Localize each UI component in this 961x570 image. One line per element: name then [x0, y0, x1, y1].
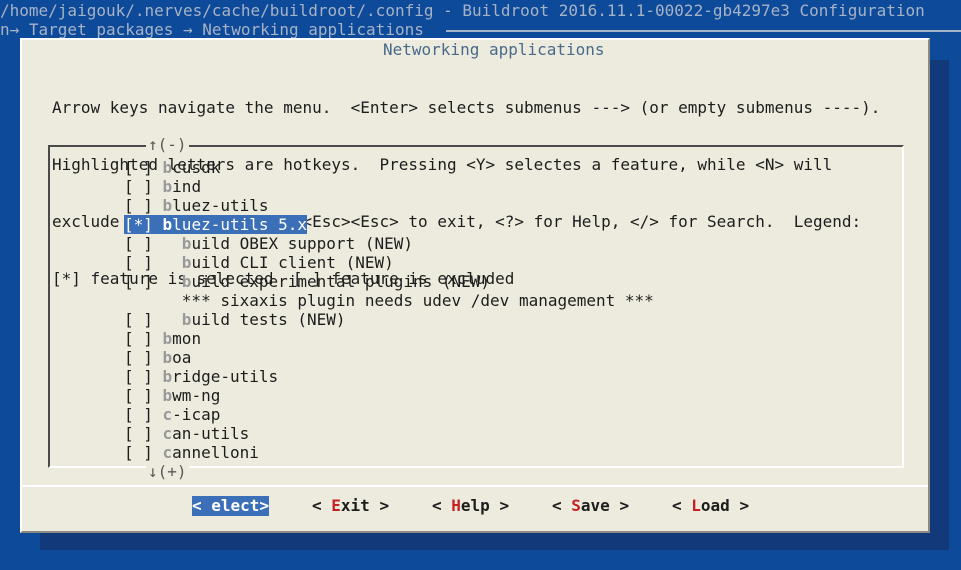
menu-item-label: luez-utils 5.x: [172, 215, 308, 234]
menu-item-checkbox[interactable]: [ ]: [124, 329, 163, 348]
button-bar: < elect> < Exit > < Help > < Save > < Load >: [22, 496, 928, 516]
menu-item-hotkey: b: [162, 158, 173, 177]
menu-item-hotkey: b: [181, 234, 192, 253]
button-bracket: <: [672, 496, 692, 515]
save-button[interactable]: < Save >: [552, 496, 629, 516]
menu-item[interactable]: [ ] bluez-utils: [124, 196, 269, 215]
menu-item-checkbox[interactable]: [ ]: [124, 177, 163, 196]
menu-item-hotkey: b: [162, 386, 173, 405]
menu-item[interactable]: [ ] build tests (NEW): [124, 310, 346, 329]
menu-item[interactable]: [ ] bwm-ng: [124, 386, 220, 405]
menu-item-label: -icap: [172, 405, 221, 424]
menu-item-hotkey: b: [181, 272, 192, 291]
menu-item[interactable]: [ ] build OBEX support (NEW): [124, 234, 413, 253]
help-line: Arrow keys navigate the menu. <Enter> se…: [52, 98, 881, 117]
button-label: ave >: [580, 496, 630, 515]
menu-item-checkbox[interactable]: [ ]: [124, 348, 163, 367]
menu-item-hotkey: b: [181, 253, 192, 272]
menu-item-hotkey: c: [162, 424, 173, 443]
menu-item-label: oa: [172, 348, 192, 367]
menu-item-label: uild tests (NEW): [191, 310, 346, 329]
menu-item[interactable]: [ ] boa: [124, 348, 191, 367]
menu-item-hotkey: b: [181, 310, 192, 329]
menu-item-label: uild CLI client (NEW): [191, 253, 394, 272]
button-label: xit >: [340, 496, 390, 515]
menu-item-indent: [163, 272, 182, 291]
load-button[interactable]: < Load >: [672, 496, 749, 516]
menu-item[interactable]: [ ] cannelloni: [124, 443, 259, 462]
button-bracket: <: [432, 496, 452, 515]
menu-item[interactable]: *** sixaxis plugin needs udev /dev manag…: [124, 291, 654, 310]
menu-item-checkbox[interactable]: [ ]: [124, 386, 163, 405]
menu-item-checkbox[interactable]: [ ]: [124, 310, 163, 329]
menu-item-checkbox[interactable]: [ ]: [124, 196, 163, 215]
button-bracket: <: [552, 496, 572, 515]
menu-item-indent: [163, 310, 182, 329]
menu-item-checkbox[interactable]: [*]: [124, 215, 163, 234]
menu-item[interactable]: [ ] bridge-utils: [124, 367, 278, 386]
help-button[interactable]: < Help >: [432, 496, 509, 516]
menu-item-label: annelloni: [172, 443, 259, 462]
menu-item-hotkey: c: [162, 443, 173, 462]
terminal-screen: /home/jaigouk/.nerves/cache/buildroot/.c…: [0, 0, 961, 570]
menu-item-label: *** sixaxis plugin needs udev /dev manag…: [181, 291, 654, 310]
exit-button[interactable]: < Exit >: [312, 496, 389, 516]
menu-items: [ ] bcusdk[ ] bind[ ] bluez-utils [*] blu…: [124, 158, 884, 462]
menu-item-hotkey: b: [162, 177, 173, 196]
menu-item-label: uild OBEX support (NEW): [191, 234, 413, 253]
menu-item-indent: [163, 253, 182, 272]
menu-item[interactable]: [ ] build CLI client (NEW): [124, 253, 394, 272]
menu-item-label: ind: [172, 177, 202, 196]
scroll-down-indicator[interactable]: ↓(+): [146, 463, 189, 481]
button-hotkey: E: [331, 496, 341, 515]
menu-item[interactable]: [ ] bcusdk: [124, 158, 220, 177]
menu-item-checkbox[interactable]: [ ]: [124, 405, 163, 424]
button-label: elp >: [460, 496, 510, 515]
menu-item-hotkey: b: [162, 367, 173, 386]
menu-item[interactable]: [ ] can-utils: [124, 424, 249, 443]
menu-item[interactable]: [ ] bind: [124, 177, 201, 196]
menu-item-hotkey: b: [162, 196, 173, 215]
menu-item-label: wm-ng: [172, 386, 221, 405]
button-bracket: <: [192, 496, 212, 515]
menuconfig-dialog: Networking applications Arrow keys navig…: [20, 38, 930, 533]
menu-item-label: uild experimental plugins (NEW): [191, 272, 491, 291]
menu-item-indent: [163, 234, 182, 253]
menu-item-label: an-utils: [172, 424, 250, 443]
menu-item[interactable]: [ ] bmon: [124, 329, 201, 348]
scroll-up-indicator[interactable]: ↑(-): [146, 136, 189, 154]
menu-item-hotkey: b: [162, 215, 173, 234]
button-bracket: <: [312, 496, 332, 515]
menu-item-checkbox[interactable]: [ ]: [124, 443, 163, 462]
breadcrumb-rule: [446, 30, 961, 32]
menu-item-checkbox[interactable]: [ ]: [124, 367, 163, 386]
menu-item-checkbox[interactable]: [ ]: [124, 424, 163, 443]
menu-item-indent: [163, 291, 182, 310]
menu-item-hotkey: b: [162, 348, 173, 367]
button-hotkey: S: [571, 496, 581, 515]
menu-item-label: mon: [172, 329, 202, 348]
menu-item[interactable]: [ ] c-icap: [124, 405, 220, 424]
button-bar-divider: [22, 485, 928, 487]
button-hotkey: H: [451, 496, 461, 515]
menu-item[interactable]: [*] bluez-utils 5.x: [124, 215, 308, 234]
window-title: /home/jaigouk/.nerves/cache/buildroot/.c…: [0, 1, 925, 20]
dialog-title: Networking applications: [379, 40, 609, 60]
menu-item-checkbox[interactable]: [ ]: [124, 158, 163, 177]
select-button[interactable]: < elect>: [192, 496, 270, 516]
button-label: elect>: [211, 496, 270, 515]
menu-item[interactable]: [ ] build experimental plugins (NEW): [124, 272, 490, 291]
menu-item-checkbox[interactable]: [ ]: [124, 234, 163, 253]
button-hotkey: L: [691, 496, 701, 515]
menu-item-hotkey: c: [162, 405, 173, 424]
menu-item-checkbox[interactable]: [ ]: [124, 253, 163, 272]
menu-item-label: ridge-utils: [172, 367, 279, 386]
menu-item-checkbox[interactable]: [124, 291, 163, 310]
menu-item-checkbox[interactable]: [ ]: [124, 272, 163, 291]
button-label: oad >: [700, 496, 750, 515]
menu-item-label: cusdk: [172, 158, 221, 177]
menu-item-hotkey: b: [162, 329, 173, 348]
menu-item-label: luez-utils: [172, 196, 269, 215]
